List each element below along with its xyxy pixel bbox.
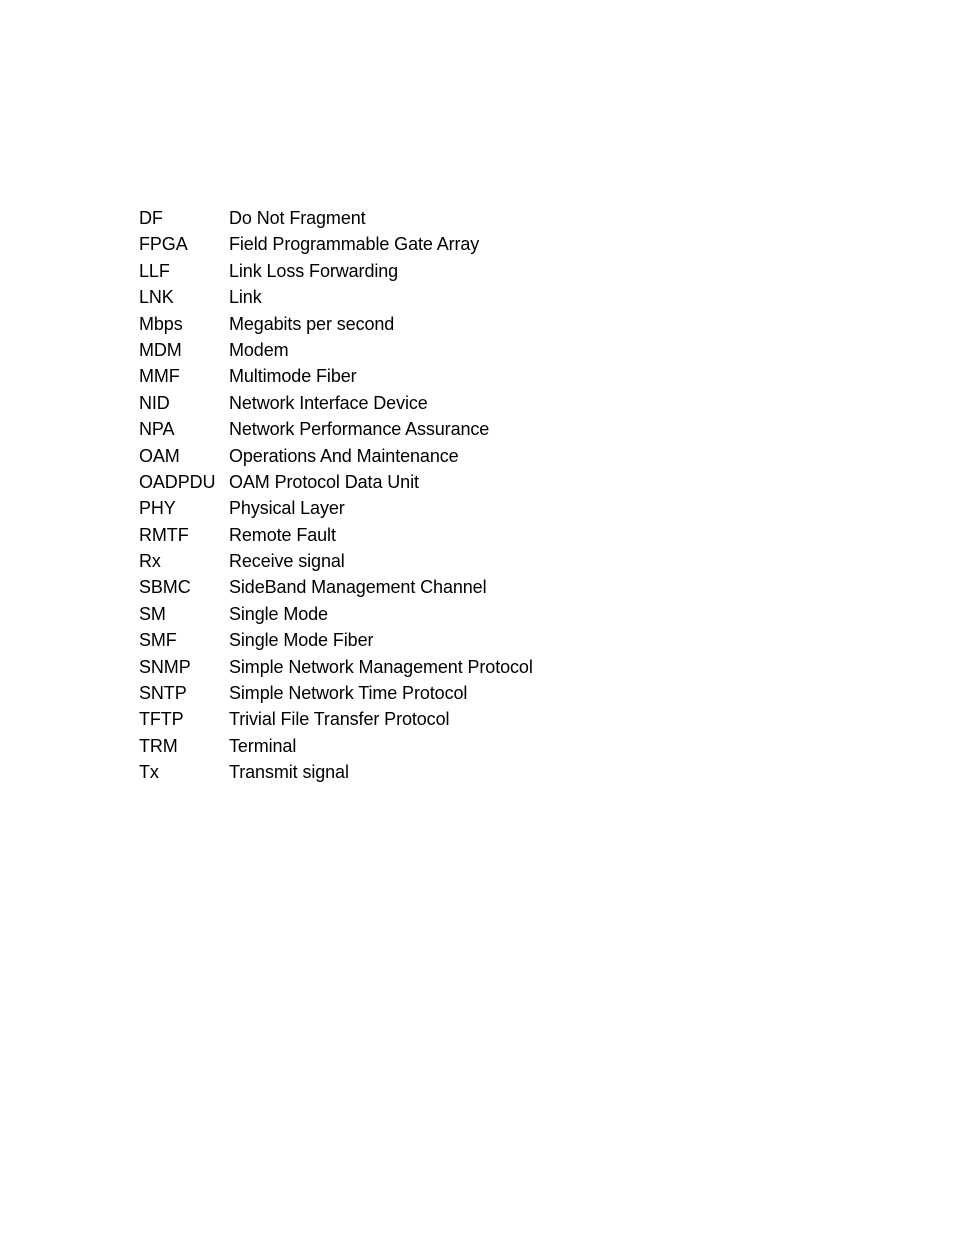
glossary-term: TRM <box>139 735 178 756</box>
glossary-term: Mbps <box>139 313 183 334</box>
glossary-definition: Physical Layer <box>229 498 345 519</box>
glossary-term: Tx <box>139 762 159 783</box>
glossary-definition: Multimode Fiber <box>229 366 357 387</box>
glossary-term: Rx <box>139 551 161 572</box>
glossary-term: FPGA <box>139 234 188 255</box>
glossary-row: MMF Multimode Fiber <box>139 363 899 389</box>
glossary-row: OADPDU OAM Protocol Data Unit <box>139 469 899 495</box>
glossary-definition: Single Mode Fiber <box>229 630 374 651</box>
glossary-row: TRM Terminal <box>139 733 899 759</box>
glossary-row: LNK Link <box>139 284 899 310</box>
glossary-definition: Transmit signal <box>229 762 349 783</box>
glossary-row: TFTP Trivial File Transfer Protocol <box>139 706 899 732</box>
glossary-definition: Receive signal <box>229 551 345 572</box>
glossary-row: Rx Receive signal <box>139 548 899 574</box>
glossary-term: NPA <box>139 419 175 440</box>
glossary-row: FPGA Field Programmable Gate Array <box>139 231 899 257</box>
glossary-term: LLF <box>139 260 170 281</box>
glossary-row: OAM Operations And Maintenance <box>139 443 899 469</box>
glossary-term: TFTP <box>139 709 184 730</box>
glossary-row: SMF Single Mode Fiber <box>139 627 899 653</box>
glossary-definition: Simple Network Time Protocol <box>229 683 468 704</box>
glossary-row: Tx Transmit signal <box>139 759 899 785</box>
glossary-row: SBMC SideBand Management Channel <box>139 574 899 600</box>
glossary-definition: SideBand Management Channel <box>229 577 487 598</box>
glossary-row: SNMP Simple Network Management Protocol <box>139 654 899 680</box>
glossary-definition: Operations And Maintenance <box>229 445 459 466</box>
glossary-term: SNTP <box>139 683 187 704</box>
glossary-row: MDM Modem <box>139 337 899 363</box>
glossary-definition: Network Performance Assurance <box>229 419 490 440</box>
glossary-definition: Network Interface Device <box>229 392 428 413</box>
glossary-term: SBMC <box>139 577 191 598</box>
glossary-definition: Modem <box>229 339 289 360</box>
glossary-definition: Link Loss Forwarding <box>229 260 399 281</box>
glossary-term: OADPDU <box>139 471 216 492</box>
glossary-term: PHY <box>139 498 176 519</box>
glossary-term: LNK <box>139 287 174 308</box>
glossary-list: DF Do Not Fragment FPGA Field Programmable … <box>139 205 899 786</box>
glossary-definition: Terminal <box>229 735 297 756</box>
glossary-term: DF <box>139 208 163 228</box>
glossary-row: PHY Physical Layer <box>139 495 899 521</box>
glossary-term: MDM <box>139 339 182 360</box>
glossary-definition: Simple Network Management Protocol <box>229 656 533 677</box>
glossary-row: RMTF Remote Fault <box>139 522 899 548</box>
glossary-definition: Trivial File Transfer Protocol <box>229 709 450 730</box>
glossary-row: NID Network Interface Device <box>139 390 899 416</box>
glossary-definition: OAM Protocol Data Unit <box>229 471 419 492</box>
glossary-term: RMTF <box>139 524 189 545</box>
glossary-definition: Do Not Fragment <box>229 208 366 228</box>
glossary-term: NID <box>139 392 170 413</box>
glossary-definition: Link <box>229 287 262 308</box>
glossary-definition: Remote Fault <box>229 524 336 545</box>
glossary-term: SMF <box>139 630 177 651</box>
glossary-term: SM <box>139 603 166 624</box>
glossary-definition: Single Mode <box>229 603 328 624</box>
glossary-row: NPA Network Performance Assurance <box>139 416 899 442</box>
glossary-term: SNMP <box>139 656 191 677</box>
glossary-row: SM Single Mode <box>139 601 899 627</box>
glossary-definition: Field Programmable Gate Array <box>229 234 480 255</box>
glossary-row: LLF Link Loss Forwarding <box>139 258 899 284</box>
glossary-term: MMF <box>139 366 180 387</box>
document-page: DF Do Not Fragment FPGA Field Programmable … <box>0 0 954 1235</box>
glossary-row: DF Do Not Fragment <box>139 205 899 231</box>
glossary-row: SNTP Simple Network Time Protocol <box>139 680 899 706</box>
glossary-row: Mbps Megabits per second <box>139 311 899 337</box>
glossary-definition: Megabits per second <box>229 313 395 334</box>
glossary-term: OAM <box>139 445 180 466</box>
